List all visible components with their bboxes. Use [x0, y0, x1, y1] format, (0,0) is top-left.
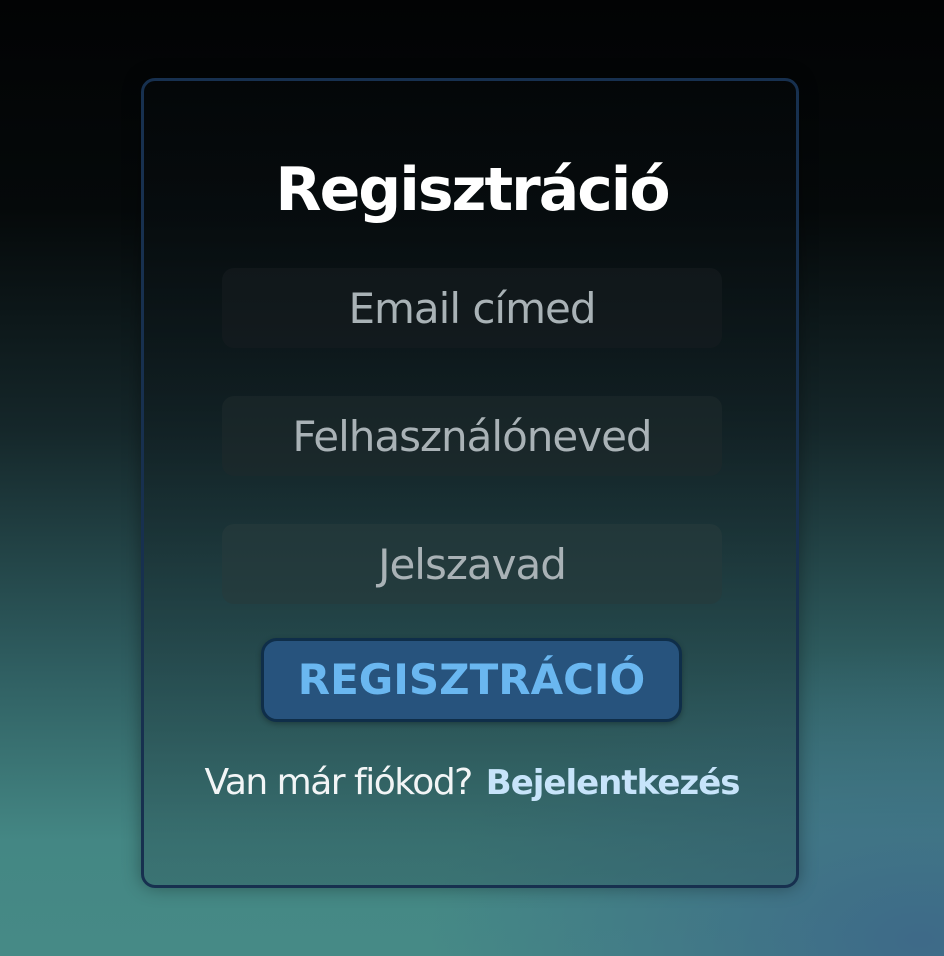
email-field[interactable]	[222, 268, 722, 348]
login-prompt: Van már fiókod? Bejelentkezés	[0, 758, 944, 815]
page-title: Regisztráció	[275, 155, 670, 225]
login-prompt-text: Van már fiókod?	[204, 762, 474, 803]
login-link[interactable]: Bejelentkezés	[486, 763, 741, 803]
password-field[interactable]	[222, 524, 722, 604]
register-button[interactable]: REGISZTRÁCIÓ	[261, 638, 682, 722]
username-field[interactable]	[222, 396, 722, 476]
